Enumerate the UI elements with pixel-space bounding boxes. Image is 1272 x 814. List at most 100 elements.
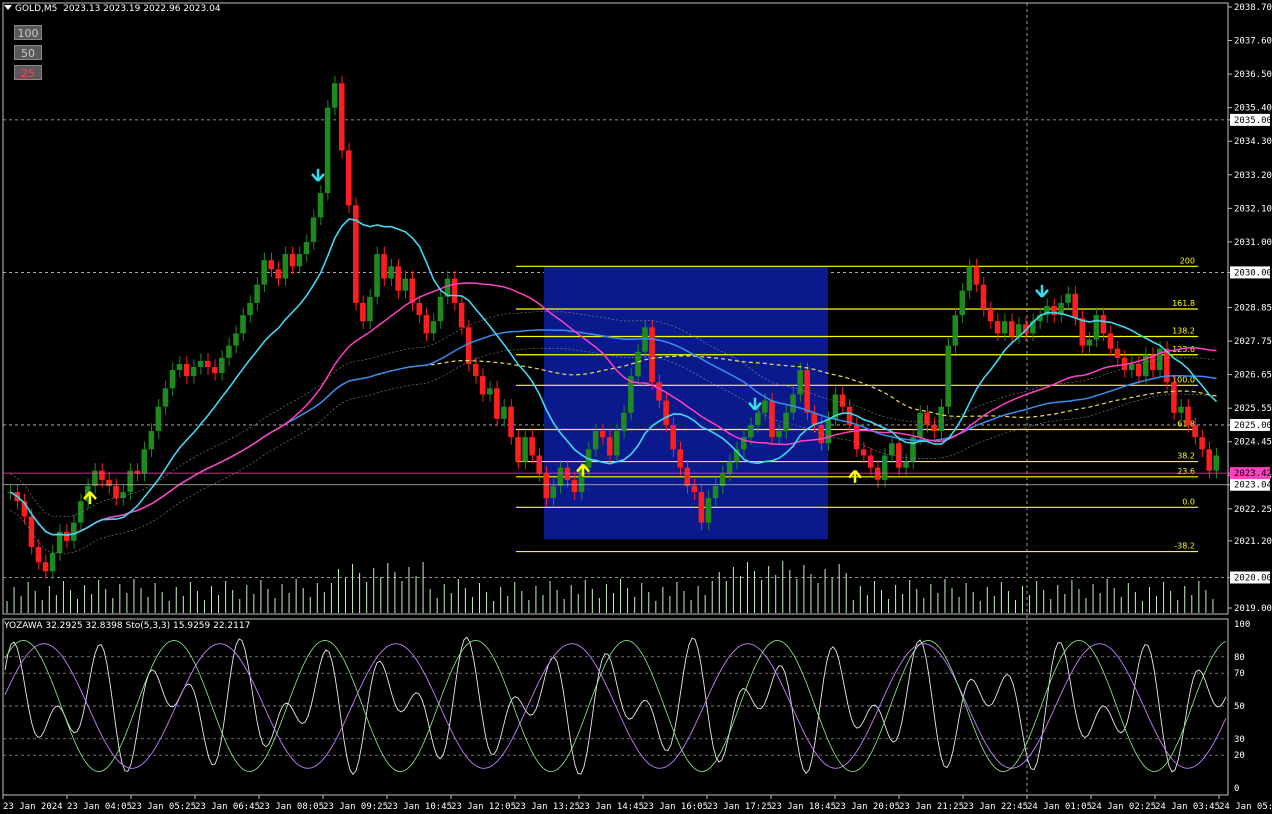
candle-body	[247, 302, 253, 316]
candle-body	[924, 412, 930, 425]
candle-body	[338, 83, 345, 151]
candle-body	[705, 498, 712, 523]
candle-body	[1107, 333, 1114, 349]
candle-body	[430, 321, 437, 334]
candle-body	[1072, 293, 1078, 319]
price-axis-label: 2036.50	[1234, 70, 1272, 80]
level-button-100[interactable]: 100	[14, 25, 42, 40]
candle-body	[204, 360, 211, 367]
candle-body	[99, 470, 105, 480]
candle-body	[931, 424, 937, 432]
candle-body	[889, 443, 895, 456]
candle-body	[1128, 363, 1135, 371]
candle-body	[303, 241, 310, 255]
ohlc-readout: 2023.13 2023.19 2022.96 2023.04	[63, 4, 221, 14]
candle-body	[1185, 406, 1191, 425]
candle-body	[374, 254, 380, 297]
time-axis-label: 23 Jan 2024	[3, 802, 63, 812]
candle-body	[360, 302, 366, 322]
time-axis-label: 23 Jan 14:45	[579, 802, 644, 812]
trading-chart[interactable]: 200161.8138.2123.6100.061.838.223.60.0-3…	[0, 0, 1272, 814]
fib-level-label: 138.2	[1172, 326, 1195, 335]
candle-body	[190, 366, 197, 377]
candle-body	[296, 254, 303, 267]
time-axis-label: 23 Jan 13:25	[515, 802, 580, 812]
candle-body	[698, 492, 705, 523]
candle-body	[282, 254, 289, 279]
candle-body	[543, 473, 550, 499]
candle-body	[804, 370, 810, 413]
candle-body	[1206, 449, 1212, 471]
candle-body	[275, 269, 282, 279]
candle-body	[501, 406, 507, 419]
candle-body	[1192, 424, 1198, 438]
candle-body	[42, 562, 49, 572]
candle-body	[797, 370, 803, 395]
price-axis-label: 2023.42	[1234, 469, 1272, 479]
level-button-label: 100	[17, 27, 39, 40]
candle-body	[896, 443, 902, 468]
candle-body	[670, 424, 676, 450]
price-axis-label: 2022.25	[1234, 505, 1272, 515]
candle-body	[606, 437, 613, 456]
candle-body	[70, 522, 77, 541]
price-axis-label: 2026.65	[1234, 371, 1272, 381]
candle-body	[1178, 406, 1184, 413]
candle-body	[212, 366, 218, 374]
fib-level-label: 23.6	[1177, 467, 1195, 476]
time-axis-label: 23 Jan 17:25	[707, 802, 772, 812]
price-axis-label: 2038.70	[1234, 3, 1272, 13]
candle-body	[691, 485, 698, 493]
price-axis-label: 2034.30	[1234, 137, 1272, 147]
chart-header: GOLD,M5 2023.13 2023.19 2022.96 2023.04	[4, 4, 221, 14]
time-axis-label: 23 Jan 09:25	[323, 802, 388, 812]
sub-window-frame	[2, 618, 1229, 796]
candle-body	[197, 360, 204, 367]
candle-body	[141, 449, 148, 474]
candle-body	[642, 327, 648, 352]
price-axis-label: 2024.45	[1234, 438, 1272, 448]
candle-body	[614, 431, 620, 456]
candle-body	[176, 363, 183, 371]
time-axis-label: 24 Jan 01:05	[1027, 802, 1092, 812]
candle-body	[268, 260, 274, 270]
time-axis-label: 23 Jan 20:05	[835, 802, 900, 812]
candle-body	[719, 473, 726, 486]
candle-body	[1051, 305, 1057, 316]
level-button-25[interactable]: 25	[14, 65, 42, 80]
candle-body	[966, 266, 973, 291]
candle-body	[63, 531, 70, 541]
candle-body	[1065, 293, 1071, 303]
time-axis-label: 23 Jan 22:45	[963, 802, 1028, 812]
price-axis-label: 2023.04	[1234, 481, 1272, 491]
candle-body	[437, 296, 444, 322]
candle-body	[1135, 363, 1142, 377]
candle-body	[762, 400, 768, 413]
candle-body	[853, 424, 860, 450]
level-button-50[interactable]: 50	[14, 45, 42, 60]
candle-body	[155, 406, 162, 432]
level-button-label: 25	[21, 67, 35, 80]
fib-level-label: 0.0	[1182, 497, 1195, 506]
candle-body	[317, 193, 324, 218]
fib-level-label: 200	[1180, 256, 1195, 265]
candle-body	[769, 400, 775, 438]
oscillator-axis-label: 100	[1234, 620, 1250, 630]
price-axis-label: 2020.00	[1234, 573, 1272, 583]
candle-body	[726, 461, 733, 474]
candle-body	[903, 461, 909, 468]
candle-body	[1213, 455, 1219, 471]
candle-body	[571, 479, 578, 493]
candle-body	[860, 449, 867, 456]
time-axis-label: 23 Jan 04:05	[67, 802, 132, 812]
candle-body	[261, 260, 267, 285]
candle-body	[465, 327, 472, 364]
chart-menu-triangle-icon[interactable]	[4, 5, 12, 10]
candle-body	[663, 400, 669, 425]
candle-body	[1199, 437, 1205, 450]
symbol-label: GOLD,M5	[15, 4, 58, 14]
price-axis-label: 2025.55	[1234, 404, 1272, 414]
candle-body	[649, 327, 655, 383]
candle-body	[472, 363, 479, 377]
candle-body	[388, 266, 394, 279]
